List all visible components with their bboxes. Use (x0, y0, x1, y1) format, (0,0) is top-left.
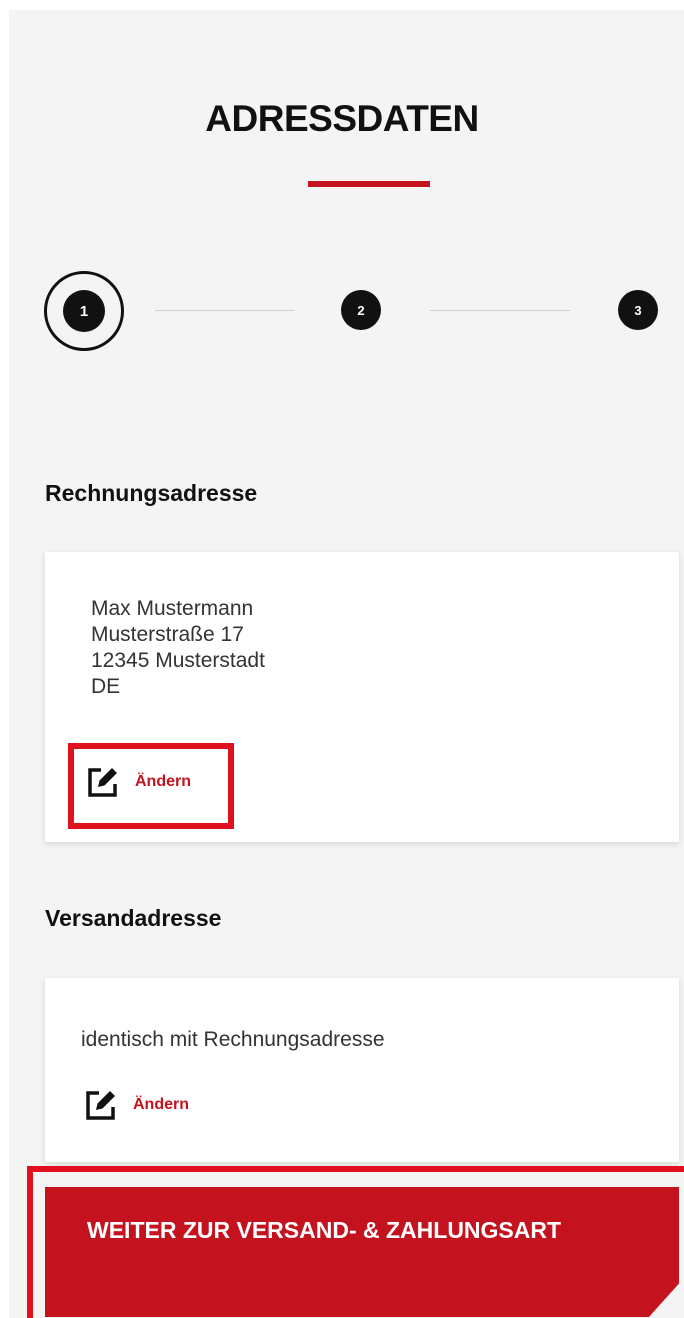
edit-shipping-address-link[interactable]: Ändern (83, 1087, 189, 1123)
address-name: Max Mustermann (91, 597, 254, 620)
highlight-box (68, 743, 234, 829)
continue-button-label: WEITER ZUR VERSAND- & ZAHLUNGSART (87, 1217, 562, 1243)
page-title: ADRESSDATEN (205, 98, 479, 139)
shipping-address-card: identisch mit Rechnungsadresse Ändern (45, 978, 679, 1162)
address-country: DE (91, 675, 121, 698)
continue-to-shipping-payment-button[interactable]: WEITER ZUR VERSAND- & ZAHLUNGSART (45, 1187, 679, 1317)
address-city: 12345 Musterstadt (91, 649, 265, 672)
edit-icon (86, 1091, 115, 1120)
title-underline (308, 181, 430, 187)
billing-address: Max Mustermann Musterstraße 17 12345 Mus… (91, 596, 265, 700)
step-connector-1 (155, 310, 295, 311)
step-3: 3 (618, 290, 658, 330)
step-1: 1 (63, 290, 105, 332)
shipping-heading: Versandadresse (45, 905, 222, 931)
button-corner-notch (648, 1278, 684, 1318)
billing-heading: Rechnungsadresse (45, 480, 258, 506)
shipping-identical-text: identisch mit Rechnungsadresse (81, 1028, 385, 1051)
edit-shipping-label: Ändern (133, 1096, 189, 1113)
step-connector-2 (430, 310, 570, 311)
step-2: 2 (341, 290, 381, 330)
address-street: Musterstraße 17 (91, 623, 244, 646)
